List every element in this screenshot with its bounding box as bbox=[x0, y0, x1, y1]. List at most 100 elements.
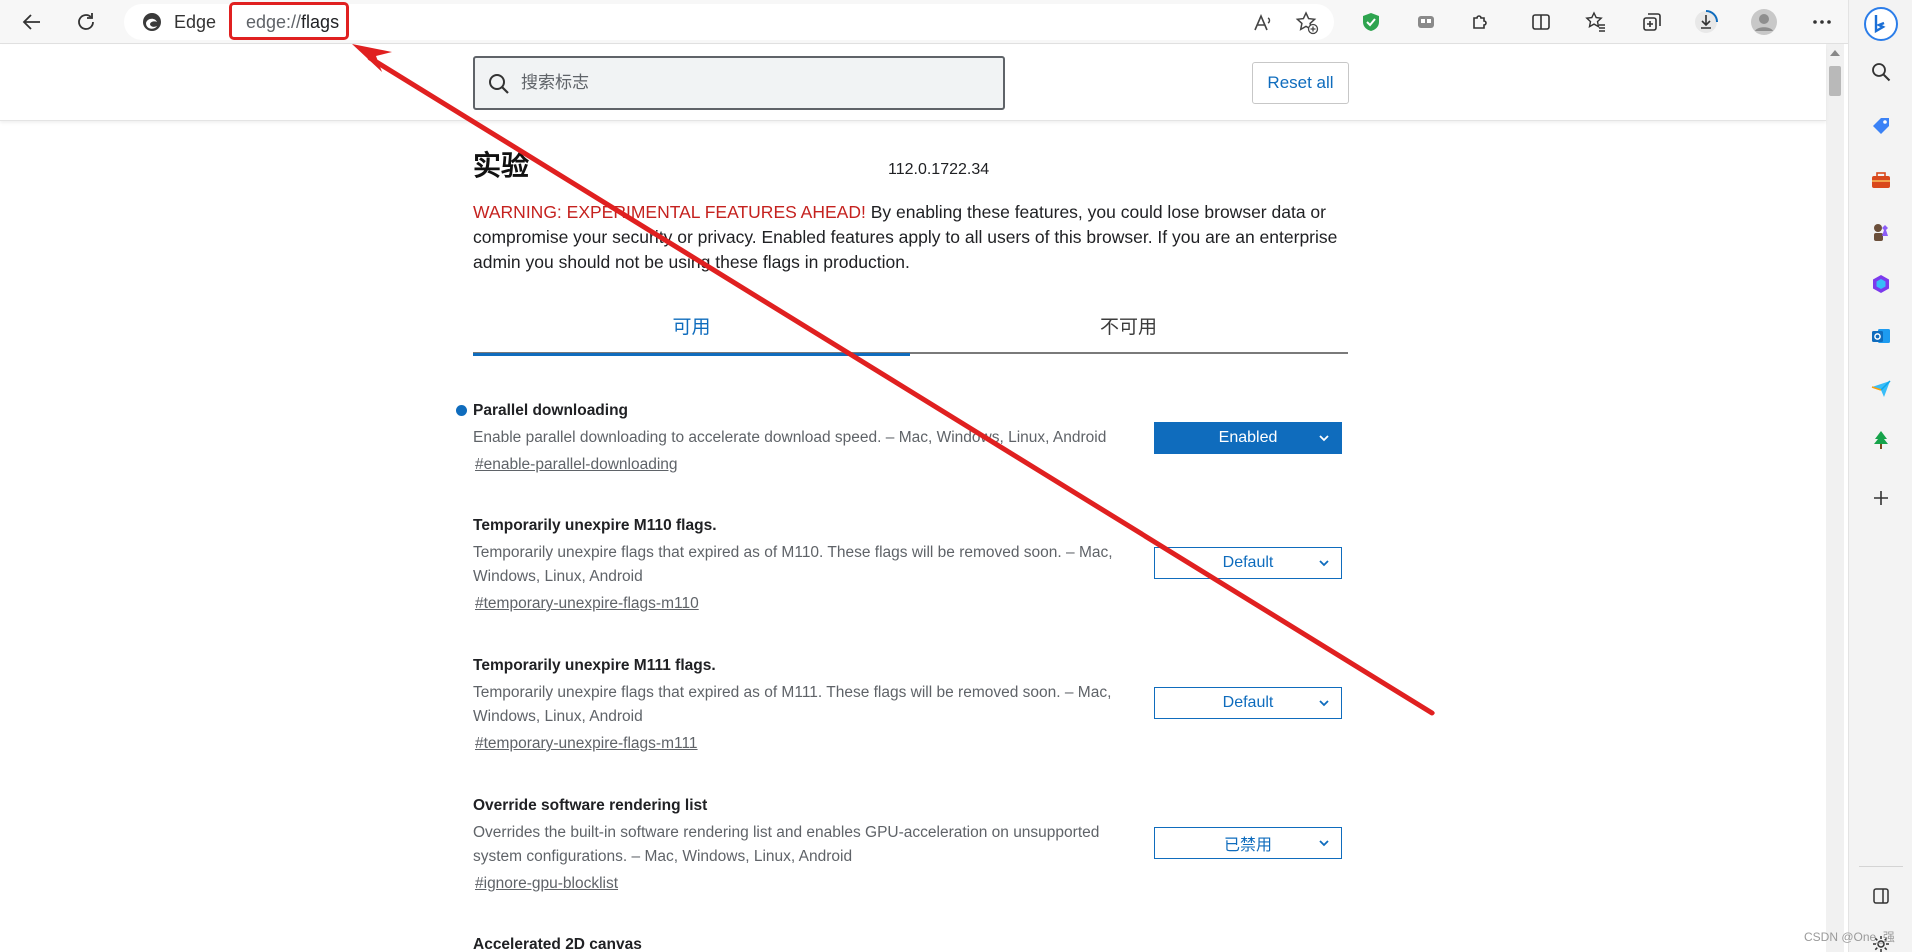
extension-shield-button[interactable] bbox=[1355, 6, 1387, 38]
extension-box-icon bbox=[1418, 16, 1434, 28]
flag-title: Override software rendering list bbox=[473, 797, 708, 814]
flag-item: Parallel downloading Enable parallel dow… bbox=[456, 400, 1348, 477]
warning-prefix: WARNING: EXPERIMENTAL FEATURES AHEAD! bbox=[473, 202, 866, 222]
back-arrow-icon bbox=[22, 14, 40, 30]
bing-chat-button[interactable] bbox=[1863, 6, 1899, 42]
download-icon bbox=[1695, 10, 1718, 33]
flag-item: Override software rendering list Overrid… bbox=[473, 795, 1348, 896]
modified-indicator-dot bbox=[456, 405, 467, 416]
url-text[interactable]: edge://flags bbox=[246, 12, 339, 33]
flag-item: Temporarily unexpire M111 flags. Tempora… bbox=[473, 655, 1348, 756]
shopping-tag-icon bbox=[1873, 118, 1889, 134]
flag-item: Accelerated 2D canvas bbox=[473, 934, 1348, 952]
flag-description: Overrides the built-in software renderin… bbox=[473, 824, 1100, 865]
settings-more-button[interactable] bbox=[1806, 6, 1838, 38]
url-path: flags bbox=[301, 12, 340, 32]
browser-brand-label: Edge bbox=[174, 12, 217, 32]
flag-link[interactable]: #ignore-gpu-blocklist bbox=[475, 872, 618, 896]
star-add-icon bbox=[1295, 11, 1319, 35]
flags-search-header: Reset all bbox=[0, 45, 1826, 121]
collections-icon bbox=[1643, 13, 1661, 31]
read-aloud-button[interactable] bbox=[1250, 10, 1276, 36]
address-bar[interactable]: Edge edge://flags bbox=[124, 2, 1334, 40]
flag-link[interactable]: #temporary-unexpire-flags-m111 bbox=[475, 732, 698, 756]
search-input[interactable] bbox=[521, 68, 991, 98]
warning-message: WARNING: EXPERIMENTAL FEATURES AHEAD! By… bbox=[473, 200, 1341, 275]
sidebar-add-button[interactable] bbox=[1867, 484, 1895, 512]
bing-icon bbox=[1864, 7, 1898, 41]
flag-select[interactable]: Default bbox=[1154, 687, 1342, 719]
flags-tabs: 可用 不可用 bbox=[473, 300, 1348, 356]
send-paper-plane-icon bbox=[1871, 380, 1891, 397]
chevron-down-icon bbox=[1319, 700, 1329, 707]
split-screen-icon bbox=[1532, 14, 1550, 30]
url-scheme: edge:// bbox=[246, 12, 302, 32]
sidebar-hide-button[interactable] bbox=[1867, 882, 1895, 910]
flag-item: Temporarily unexpire M110 flags. Tempora… bbox=[473, 515, 1348, 616]
flag-title: Temporarily unexpire M111 flags. bbox=[473, 657, 716, 674]
page-title: 实验 bbox=[473, 150, 530, 181]
tab-unavailable[interactable]: 不可用 bbox=[910, 312, 1347, 354]
sidebar-panel-icon bbox=[1873, 888, 1889, 904]
search-box bbox=[473, 56, 1005, 110]
refresh-button[interactable] bbox=[70, 6, 102, 38]
sidebar-search-button[interactable] bbox=[1867, 58, 1895, 86]
sidebar-divider bbox=[1859, 866, 1903, 867]
chevron-down-icon bbox=[1319, 560, 1329, 567]
chevron-down-icon bbox=[1319, 435, 1329, 442]
flag-title: Temporarily unexpire M110 flags. bbox=[473, 517, 717, 534]
profile-button[interactable] bbox=[1748, 6, 1780, 38]
flag-description: Enable parallel downloading to accelerat… bbox=[473, 429, 1107, 446]
collections-button[interactable] bbox=[1636, 6, 1668, 38]
flag-description: Temporarily unexpire flags that expired … bbox=[473, 544, 1113, 585]
sidebar-tools-button[interactable] bbox=[1867, 166, 1895, 194]
search-icon bbox=[489, 74, 509, 94]
tab-available[interactable]: 可用 bbox=[473, 312, 910, 356]
sidebar-shopping-button[interactable] bbox=[1867, 112, 1895, 140]
flag-link[interactable]: #enable-parallel-downloading bbox=[475, 453, 678, 477]
flag-select-value: Enabled bbox=[1218, 429, 1278, 446]
flag-select[interactable]: Enabled bbox=[1154, 422, 1342, 454]
scrollbar-thumb[interactable] bbox=[1829, 66, 1841, 96]
sidebar-office-button[interactable] bbox=[1867, 270, 1895, 298]
version-number: 112.0.1722.34 bbox=[888, 161, 990, 178]
sidebar-drop-button[interactable] bbox=[1867, 374, 1895, 402]
extensions-menu-button[interactable] bbox=[1464, 6, 1496, 38]
url-highlight-box: edge://flags bbox=[229, 2, 349, 40]
microsoft-365-icon bbox=[1873, 275, 1889, 293]
browser-toolbar: Edge edge://flags bbox=[0, 0, 1912, 44]
plus-icon bbox=[1874, 491, 1888, 505]
downloads-button[interactable] bbox=[1690, 6, 1722, 38]
refresh-icon bbox=[78, 13, 94, 30]
flag-description: Temporarily unexpire flags that expired … bbox=[473, 684, 1112, 725]
sidebar-games-button[interactable] bbox=[1867, 218, 1895, 246]
scroll-up-arrow-icon[interactable] bbox=[1830, 50, 1840, 56]
split-screen-button[interactable] bbox=[1525, 6, 1557, 38]
flag-title: Parallel downloading bbox=[473, 402, 629, 419]
reset-all-button[interactable]: Reset all bbox=[1252, 62, 1349, 104]
extension-button[interactable] bbox=[1410, 6, 1442, 38]
tree-icon bbox=[1874, 431, 1888, 449]
favorites-icon bbox=[1585, 11, 1605, 32]
puzzle-icon bbox=[1473, 15, 1487, 29]
flag-select[interactable]: Default bbox=[1154, 547, 1342, 579]
favorites-button[interactable] bbox=[1580, 6, 1612, 38]
page-scrollbar[interactable] bbox=[1826, 44, 1844, 952]
sidebar-outlook-button[interactable] bbox=[1867, 322, 1895, 350]
sidebar-tree-button[interactable] bbox=[1867, 426, 1895, 454]
chess-piece-icon bbox=[1874, 224, 1888, 241]
flag-select-value: Default bbox=[1222, 694, 1274, 711]
shield-icon bbox=[1363, 13, 1379, 31]
back-button[interactable] bbox=[16, 6, 48, 38]
watermark: CSDN @One_强 bbox=[1804, 930, 1895, 944]
flag-select[interactable]: 已禁用 bbox=[1154, 827, 1342, 859]
outlook-icon bbox=[1872, 329, 1890, 343]
read-aloud-icon bbox=[1254, 13, 1271, 31]
flag-link[interactable]: #temporary-unexpire-flags-m110 bbox=[475, 592, 699, 616]
add-favorite-button[interactable] bbox=[1294, 10, 1320, 36]
more-dots-icon bbox=[1813, 20, 1831, 24]
toolbox-icon bbox=[1872, 172, 1890, 188]
edge-sidebar bbox=[1848, 0, 1912, 952]
flag-select-value: Default bbox=[1222, 554, 1274, 571]
search-icon bbox=[1872, 63, 1891, 82]
